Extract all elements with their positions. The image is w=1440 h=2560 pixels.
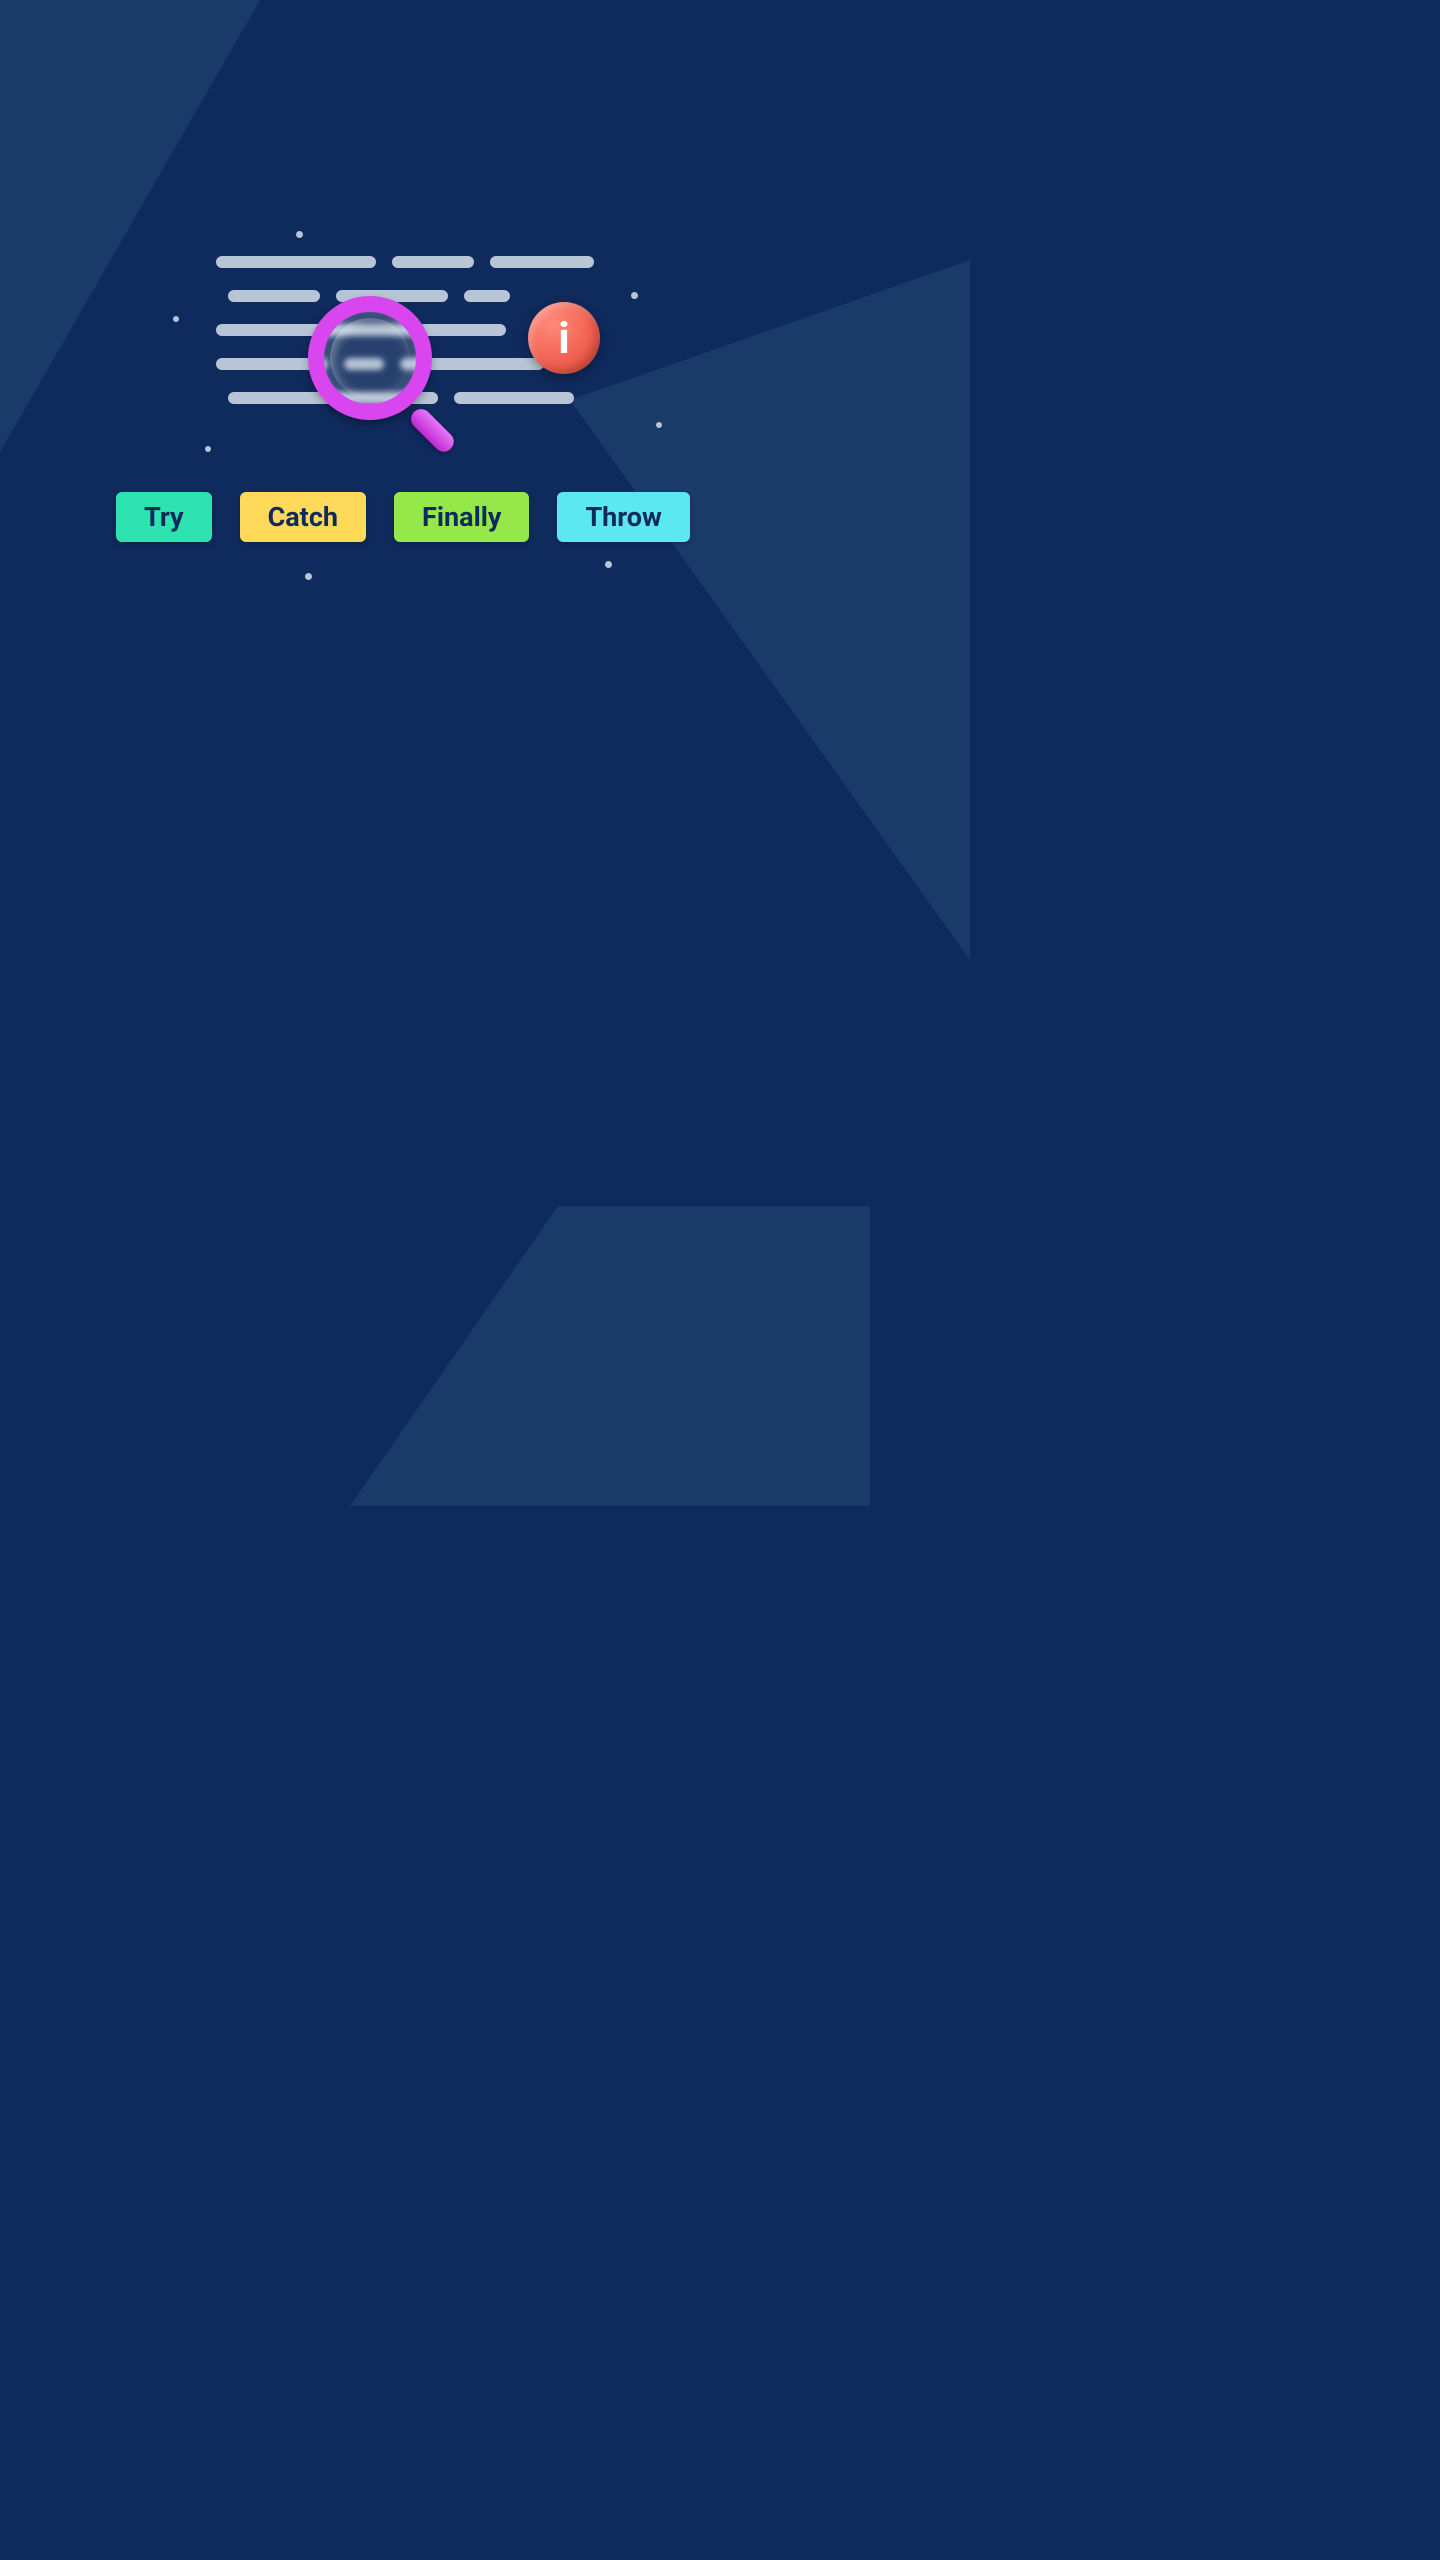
magnifying-glass-icon [308,296,463,456]
try-button[interactable]: Try [116,492,212,542]
info-glyph: i [558,312,570,364]
catch-button[interactable]: Catch [240,492,366,542]
finally-button[interactable]: Finally [394,492,529,542]
keyword-button-row: Try Catch Finally Throw [116,492,690,542]
info-icon: i [528,302,600,374]
throw-button[interactable]: Throw [557,492,689,542]
